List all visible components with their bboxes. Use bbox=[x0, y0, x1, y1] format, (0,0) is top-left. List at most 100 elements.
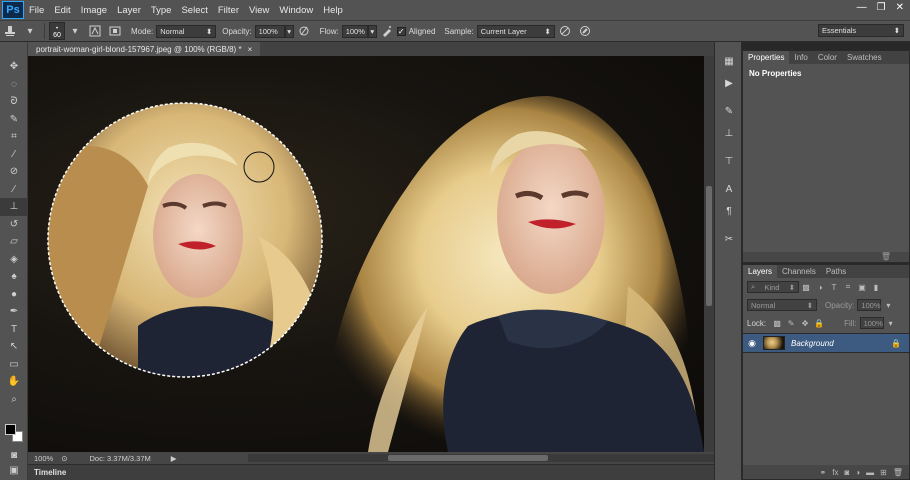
menu-select[interactable]: Select bbox=[176, 5, 212, 16]
layer-opacity-input[interactable]: 100% bbox=[857, 299, 882, 311]
menu-edit[interactable]: Edit bbox=[49, 5, 75, 16]
brush-panel-icon[interactable]: ✎ bbox=[718, 102, 740, 120]
zoom-tool-icon[interactable]: ⌕ bbox=[0, 391, 28, 409]
zoom-level[interactable]: 100% bbox=[34, 454, 53, 463]
menu-layer[interactable]: Layer bbox=[112, 5, 146, 16]
clone-stamp-tool-icon[interactable]: ⊥ bbox=[0, 198, 28, 216]
vertical-scroll-thumb[interactable] bbox=[706, 186, 712, 306]
tool-presets-icon[interactable]: ⊤ bbox=[718, 152, 740, 170]
brush-tool-icon[interactable]: ∕ bbox=[0, 181, 28, 199]
toggle-brush-panel-icon[interactable] bbox=[88, 24, 102, 38]
pixel-layer-filter-icon[interactable]: ▩ bbox=[801, 282, 811, 292]
history-panel-icon[interactable]: ▦ bbox=[718, 52, 740, 70]
flow-input[interactable]: 100% bbox=[341, 24, 368, 38]
airbrush-icon[interactable] bbox=[380, 24, 394, 38]
pen-tool-icon[interactable]: ✒ bbox=[0, 303, 28, 321]
delete-layer-icon[interactable]: 🗑 bbox=[893, 468, 903, 477]
trash-icon[interactable]: 🗑 bbox=[881, 252, 891, 262]
actions-panel-icon[interactable]: ▶ bbox=[718, 74, 740, 92]
character-panel-icon[interactable]: A bbox=[718, 180, 740, 198]
horizontal-scroll-thumb[interactable] bbox=[388, 455, 548, 461]
layer-style-icon[interactable]: fx bbox=[832, 468, 838, 477]
lock-position-icon[interactable]: ✥ bbox=[800, 318, 810, 328]
sample-select[interactable]: Current Layer ⬍ bbox=[476, 24, 555, 38]
fill-input[interactable]: 100% bbox=[859, 317, 884, 329]
tab-color[interactable]: Color bbox=[813, 51, 842, 64]
horizontal-scrollbar[interactable] bbox=[248, 454, 718, 462]
quick-selection-tool-icon[interactable]: ✎ bbox=[0, 111, 28, 129]
paragraph-panel-icon[interactable]: ¶ bbox=[718, 202, 740, 220]
paint-bucket-tool-icon[interactable]: ◈ bbox=[0, 251, 28, 269]
layer-kind-filter[interactable]: ⌕ Kind ⬍ bbox=[747, 281, 799, 293]
document-tab[interactable]: portrait-woman-girl-blond-157967.jpeg @ … bbox=[28, 42, 261, 56]
minimize-button[interactable]: — bbox=[857, 2, 867, 13]
type-tool-icon[interactable]: T bbox=[0, 321, 28, 339]
tab-channels[interactable]: Channels bbox=[777, 265, 821, 278]
eye-visibility-icon[interactable]: ◉ bbox=[745, 338, 759, 349]
brush-picker-dropdown-icon[interactable]: ▾ bbox=[68, 24, 82, 38]
adjustment-layer-icon[interactable]: ◑ bbox=[855, 468, 860, 477]
history-brush-tool-icon[interactable]: ↺ bbox=[0, 216, 28, 234]
pressure-opacity-icon[interactable] bbox=[297, 24, 311, 38]
tab-info[interactable]: Info bbox=[789, 51, 812, 64]
menu-window[interactable]: Window bbox=[274, 5, 318, 16]
menu-file[interactable]: File bbox=[24, 5, 49, 16]
eyedropper-tool-icon[interactable]: ⁄ bbox=[0, 146, 28, 164]
screen-mode-icon[interactable]: ▣ bbox=[0, 462, 28, 480]
opacity-slider-arrow-icon[interactable]: ▾ bbox=[883, 300, 893, 310]
lock-transparent-icon[interactable]: ▩ bbox=[772, 318, 782, 328]
shape-tool-icon[interactable]: ▭ bbox=[0, 356, 28, 374]
toggle-clone-source-panel-icon[interactable] bbox=[108, 24, 122, 38]
preset-dropdown-icon[interactable]: ▾ bbox=[23, 24, 37, 38]
brush-size-picker[interactable]: • 60 bbox=[49, 22, 65, 40]
spot-healing-tool-icon[interactable]: ⊘ bbox=[0, 163, 28, 181]
close-tab-icon[interactable]: × bbox=[248, 45, 253, 54]
adjustment-layer-filter-icon[interactable]: ◑ bbox=[815, 282, 825, 292]
filter-toggle-icon[interactable]: ▮ bbox=[871, 282, 881, 292]
document-canvas[interactable] bbox=[28, 56, 704, 452]
tab-properties[interactable]: Properties bbox=[743, 51, 790, 64]
hand-tool-icon[interactable]: ✋ bbox=[0, 373, 28, 391]
status-info-icon[interactable]: ⊙ bbox=[61, 454, 67, 463]
menu-image[interactable]: Image bbox=[76, 5, 112, 16]
marquee-tool-icon[interactable]: ◌ bbox=[0, 76, 28, 94]
move-tool-icon[interactable]: ✥ bbox=[0, 58, 28, 76]
close-window-button[interactable]: ✕ bbox=[896, 2, 904, 13]
vertical-scrollbar[interactable] bbox=[704, 56, 714, 452]
flow-slider-button[interactable]: ▾ bbox=[367, 24, 377, 38]
mode-select[interactable]: Normal ⬍ bbox=[156, 24, 217, 38]
menu-help[interactable]: Help bbox=[318, 5, 348, 16]
lasso-tool-icon[interactable]: ᘐ bbox=[0, 93, 28, 111]
menu-type[interactable]: Type bbox=[146, 5, 177, 16]
link-layers-icon[interactable]: ⚭ bbox=[820, 468, 827, 477]
opacity-input[interactable]: 100% bbox=[254, 24, 285, 38]
workspace-select[interactable]: Essentials ⬍ bbox=[818, 24, 904, 37]
new-layer-icon[interactable]: ⊞ bbox=[880, 468, 887, 477]
menu-filter[interactable]: Filter bbox=[213, 5, 244, 16]
type-layer-filter-icon[interactable]: T bbox=[829, 282, 839, 292]
new-group-icon[interactable]: ▬ bbox=[866, 468, 874, 477]
eraser-tool-icon[interactable]: ▱ bbox=[0, 233, 28, 251]
foreground-color-swatch[interactable] bbox=[5, 424, 16, 435]
shape-layer-filter-icon[interactable]: ⌗ bbox=[843, 282, 853, 292]
crop-tool-icon[interactable]: ⌗ bbox=[0, 128, 28, 146]
lock-all-icon[interactable]: 🔒 bbox=[814, 318, 824, 328]
status-menu-arrow-icon[interactable]: ▶ bbox=[171, 454, 177, 463]
blur-tool-icon[interactable]: ♠ bbox=[0, 268, 28, 286]
menu-view[interactable]: View bbox=[244, 5, 274, 16]
clone-source-panel-icon[interactable]: ⊥ bbox=[718, 124, 740, 142]
pressure-size-icon[interactable] bbox=[578, 24, 592, 38]
tab-swatches[interactable]: Swatches bbox=[842, 51, 887, 64]
add-mask-icon[interactable]: ◙ bbox=[844, 468, 849, 477]
lock-image-icon[interactable]: ✎ bbox=[786, 318, 796, 328]
adjust-panel-icon[interactable]: ✂ bbox=[718, 230, 740, 248]
dodge-tool-icon[interactable]: ● bbox=[0, 286, 28, 304]
layer-row-background[interactable]: ◉ Background 🔒 bbox=[743, 333, 909, 353]
fill-slider-arrow-icon[interactable]: ▾ bbox=[886, 318, 896, 328]
timeline-panel-tab[interactable]: Timeline bbox=[28, 464, 714, 480]
tab-layers[interactable]: Layers bbox=[743, 265, 778, 278]
clone-stamp-tool-preset-icon[interactable] bbox=[3, 24, 17, 38]
tab-paths[interactable]: Paths bbox=[821, 265, 851, 278]
layer-name[interactable]: Background bbox=[791, 339, 891, 348]
aligned-checkbox[interactable]: ✓ bbox=[396, 26, 406, 36]
